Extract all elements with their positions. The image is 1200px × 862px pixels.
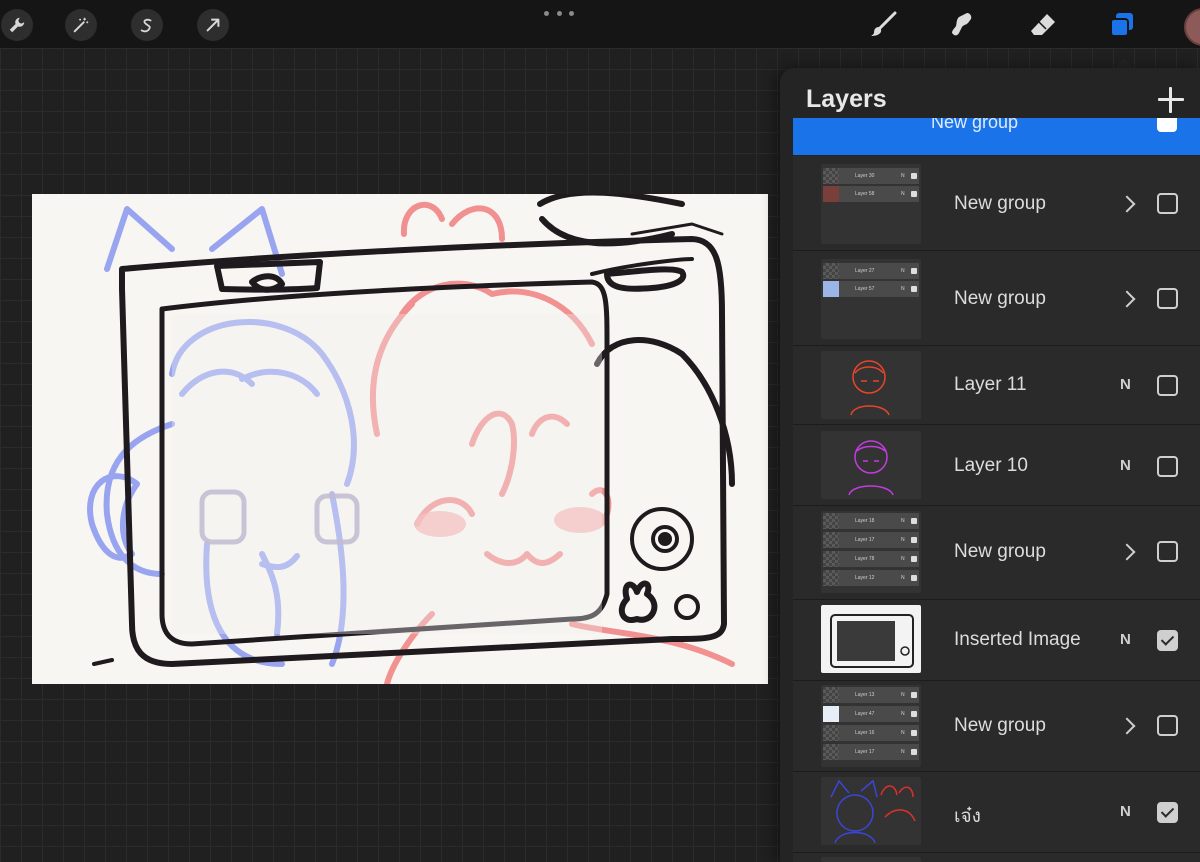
- more-dots-icon[interactable]: [544, 6, 574, 20]
- brush-icon[interactable]: [866, 8, 900, 42]
- layers-panel: Layers New group Layer 30 N Layer 58 N New…: [780, 68, 1200, 862]
- blend-mode-label[interactable]: N: [1120, 631, 1131, 648]
- layer-thumbnail: [821, 605, 921, 673]
- artwork-canvas[interactable]: [32, 194, 768, 684]
- group-thumbnail: Layer 30 N Layer 58 N: [821, 164, 921, 244]
- mini-layer: Layer 30 N: [823, 168, 919, 184]
- layer-name: New group: [931, 118, 1019, 132]
- visibility-checkbox[interactable]: [1157, 375, 1178, 396]
- chevron-right-icon[interactable]: [1118, 717, 1136, 735]
- layer-name: New group: [954, 193, 1046, 214]
- layer-thumbnail: [821, 431, 921, 499]
- mini-layer: Layer 27 N: [823, 263, 919, 279]
- mini-layer: Layer 47 N: [823, 706, 919, 722]
- mini-layer: Layer 16 N: [823, 725, 919, 741]
- mini-layer: Layer 12 N: [823, 570, 919, 586]
- blend-mode-label[interactable]: N: [1120, 803, 1131, 820]
- chevron-right-icon[interactable]: [1118, 195, 1136, 213]
- layer-row-group[interactable]: Layer 13 N Layer 47 N Layer 16 N Layer 17 N …: [793, 681, 1200, 772]
- layer-thumbnail: [821, 777, 921, 845]
- blend-mode-label[interactable]: N: [1120, 457, 1131, 474]
- chevron-right-icon[interactable]: [1118, 543, 1136, 561]
- visibility-checkbox[interactable]: [1157, 715, 1178, 736]
- mini-layer: Layer 57 N: [823, 281, 919, 297]
- mini-layer: Layer 58 N: [823, 186, 919, 202]
- layer-row[interactable]: เจ๋ง N: [793, 772, 1200, 853]
- layer-name: New group: [954, 541, 1046, 562]
- layer-name: Layer 11: [954, 374, 1027, 395]
- eraser-icon[interactable]: [1026, 8, 1060, 42]
- chevron-right-icon[interactable]: [1118, 290, 1136, 308]
- visibility-checkbox[interactable]: [1157, 541, 1178, 562]
- layer-row-group[interactable]: Layer 27 N Layer 57 N New group: [793, 251, 1200, 346]
- mini-layer: Layer 17 N: [823, 532, 919, 548]
- layer-name: เจ๋ง: [954, 806, 981, 827]
- mini-layer: Layer 18 N: [823, 513, 919, 529]
- selection-s-icon[interactable]: [131, 9, 163, 41]
- mini-layer: Layer 13 N: [823, 687, 919, 703]
- blend-mode-label[interactable]: N: [1120, 376, 1131, 393]
- layer-row-group[interactable]: Layer 18 N Layer 17 N Layer 78 N Layer 12 N …: [793, 506, 1200, 600]
- mini-layer: Layer 78 N: [823, 551, 919, 567]
- transform-arrow-icon[interactable]: [197, 9, 229, 41]
- visibility-checkbox[interactable]: [1157, 118, 1177, 132]
- layer-row[interactable]: Inserted Image N: [793, 600, 1200, 681]
- color-swatch[interactable]: [1184, 8, 1200, 46]
- visibility-checkbox[interactable]: [1157, 456, 1178, 477]
- layer-name: New group: [954, 288, 1046, 309]
- layer-row[interactable]: [793, 853, 1200, 862]
- selected-layer-row[interactable]: New group: [793, 118, 1200, 155]
- group-thumbnail: Layer 18 N Layer 17 N Layer 78 N Layer 12 N: [821, 511, 921, 593]
- layer-name: Inserted Image: [954, 629, 1081, 650]
- smudge-icon[interactable]: [945, 8, 979, 42]
- mini-layer: Layer 17 N: [823, 744, 919, 760]
- sketch-drawing: [87, 194, 735, 684]
- visibility-checkbox[interactable]: [1157, 193, 1178, 214]
- layers-icon[interactable]: [1105, 8, 1139, 42]
- layer-thumbnail: [821, 351, 921, 419]
- layer-thumbnail: [821, 857, 921, 862]
- wrench-icon[interactable]: [1, 9, 33, 41]
- plus-icon[interactable]: [1156, 85, 1186, 115]
- visibility-checkbox[interactable]: [1157, 802, 1178, 823]
- panel-title: Layers: [806, 85, 887, 113]
- group-thumbnail: Layer 27 N Layer 57 N: [821, 259, 921, 339]
- top-toolbar: [0, 0, 1200, 48]
- layer-row[interactable]: Layer 11 N: [793, 346, 1200, 425]
- group-thumbnail: Layer 13 N Layer 47 N Layer 16 N Layer 17 N: [821, 685, 921, 767]
- layer-row-group[interactable]: Layer 30 N Layer 58 N New group: [793, 156, 1200, 251]
- magic-wand-icon[interactable]: [65, 9, 97, 41]
- visibility-checkbox[interactable]: [1157, 630, 1178, 651]
- visibility-checkbox[interactable]: [1157, 288, 1178, 309]
- layer-name: New group: [954, 715, 1046, 736]
- layer-row[interactable]: Layer 10 N: [793, 425, 1200, 506]
- layer-name: Layer 10: [954, 455, 1028, 476]
